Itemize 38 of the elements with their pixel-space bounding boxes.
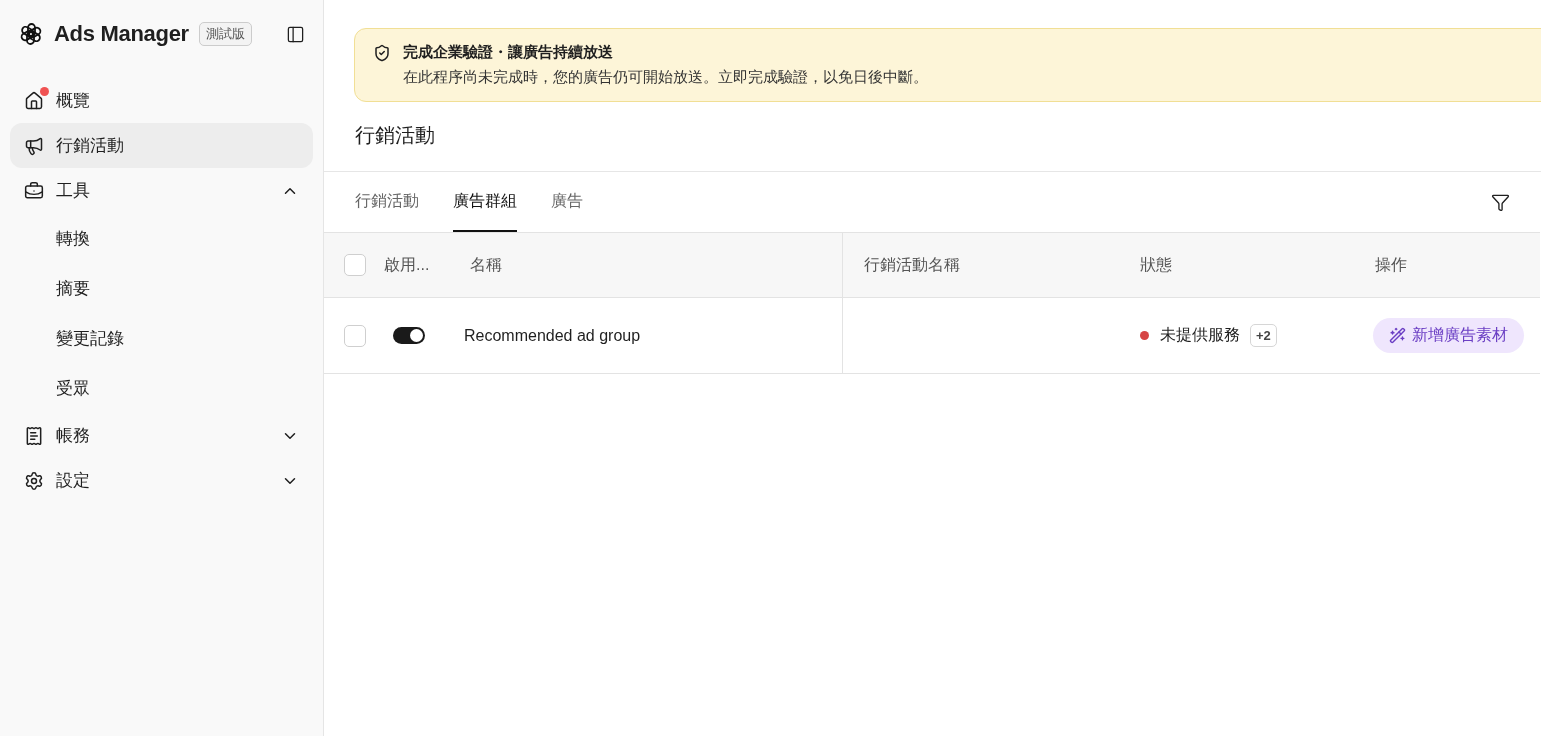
status-text: 未提供服務 — [1160, 325, 1240, 345]
enable-toggle[interactable] — [393, 327, 425, 344]
nav-subitem[interactable]: 受眾 — [10, 363, 313, 413]
select-all-checkbox[interactable] — [344, 254, 366, 276]
magic-wand-icon — [1389, 327, 1406, 344]
shield-icon — [373, 43, 391, 62]
filter-icon[interactable] — [1491, 192, 1510, 212]
nav-item[interactable]: 概覽 — [10, 78, 313, 123]
receipt-icon — [24, 425, 44, 446]
tab[interactable]: 行銷活動 — [355, 172, 419, 232]
nav-item[interactable]: 行銷活動 — [10, 123, 313, 168]
table-cell: Recommended ad group — [464, 326, 641, 345]
brand-name: Ads Manager — [54, 21, 189, 47]
add-creative-button[interactable]: 新增廣告素材 — [1373, 318, 1524, 353]
home-icon — [24, 90, 44, 111]
column-header: 行銷活動名稱 — [864, 254, 960, 275]
banner-message: 在此程序尚未完成時，您的廣告仍可開始放送。立即完成驗證，以免日後中斷。 — [403, 68, 929, 87]
banner-title: 完成企業驗證・讓廣告持續放送 — [403, 43, 614, 62]
beta-badge: 測試版 — [198, 22, 252, 46]
page-title: 行銷活動 — [324, 102, 1541, 172]
column-header: 操作 — [1375, 254, 1407, 275]
column-header: 狀態 — [1140, 254, 1172, 275]
megaphone-icon — [24, 135, 44, 156]
row-checkbox[interactable] — [344, 324, 366, 347]
column-header: 名稱 — [470, 254, 502, 275]
count-badge: +2 — [1250, 324, 1277, 347]
nav-subitem[interactable]: 變更記錄 — [10, 313, 313, 363]
logo-icon — [18, 21, 44, 47]
nav-item[interactable]: 工具 — [10, 168, 313, 213]
nav-item[interactable]: 帳務 — [10, 413, 313, 458]
column-header: 啟用... — [384, 254, 430, 275]
tab[interactable]: 廣告 — [551, 172, 583, 232]
settings-icon — [24, 470, 44, 491]
nav-item[interactable]: 設定 — [10, 458, 313, 503]
nav-subitem[interactable]: 摘要 — [10, 263, 313, 313]
toolbox-icon — [24, 180, 44, 201]
nav-subitem[interactable]: 轉換 — [10, 213, 313, 263]
sidebar-toggle-icon[interactable] — [286, 24, 305, 44]
